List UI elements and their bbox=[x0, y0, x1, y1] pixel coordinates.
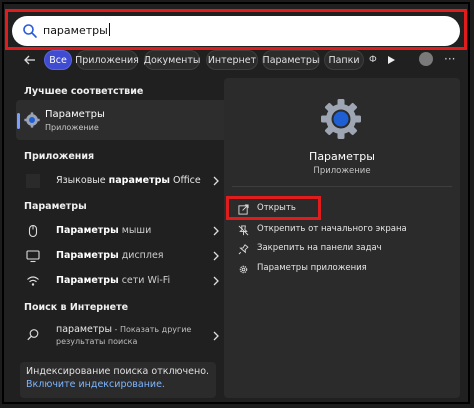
display-icon bbox=[26, 250, 40, 263]
settings-result-label: Параметры сети Wi-Fi bbox=[56, 275, 171, 286]
action-unpin-label: Открепить от начального экрана bbox=[257, 224, 407, 234]
section-best-match: Лучшее соответствие bbox=[24, 86, 144, 97]
gear-icon bbox=[239, 265, 248, 274]
detail-subtitle: Приложение bbox=[313, 166, 371, 176]
settings-result-display[interactable]: Параметры дисплея bbox=[16, 245, 219, 267]
chevron-right-icon bbox=[213, 331, 219, 341]
indexing-notice-text: Индексирование поиска отключено. bbox=[26, 366, 210, 377]
app-result-label: Языковые параметры Office bbox=[56, 175, 201, 186]
section-settings: Параметры bbox=[24, 201, 87, 212]
filter-documents[interactable]: Документы bbox=[144, 50, 200, 70]
mouse-icon bbox=[28, 224, 38, 238]
wifi-icon bbox=[27, 276, 39, 286]
settings-gear-icon bbox=[321, 99, 361, 139]
app-result-office-language[interactable]: Языковые параметры Office bbox=[16, 170, 219, 192]
filter-internet[interactable]: Интернет bbox=[206, 50, 258, 70]
chevron-right-icon bbox=[213, 251, 219, 261]
settings-result-mouse[interactable]: Параметры мыши bbox=[16, 220, 219, 242]
web-search-label: параметры - Показать другие результаты п… bbox=[56, 324, 192, 346]
more-options-icon[interactable]: ··· bbox=[444, 52, 455, 66]
pin-icon bbox=[238, 244, 249, 255]
web-search-result[interactable]: параметры - Показать другие результаты п… bbox=[16, 322, 219, 352]
search-highlight-frame bbox=[5, 9, 467, 50]
office-app-icon bbox=[26, 174, 40, 188]
action-pin-label: Закрепить на панели задач bbox=[257, 243, 382, 253]
chevron-right-icon bbox=[213, 176, 219, 186]
filter-all[interactable]: Все bbox=[44, 50, 72, 70]
section-web-search: Поиск в Интернете bbox=[24, 302, 129, 313]
play-icon[interactable] bbox=[386, 55, 396, 65]
best-match-item[interactable] bbox=[16, 100, 230, 140]
enable-indexing-link[interactable]: Включите индексирование. bbox=[26, 379, 165, 390]
best-match-subtitle: Приложение bbox=[45, 123, 99, 132]
filter-more[interactable]: Ф bbox=[369, 50, 381, 70]
best-match-title: Параметры bbox=[45, 109, 105, 120]
settings-result-label: Параметры дисплея bbox=[56, 250, 164, 261]
filter-apps[interactable]: Приложения bbox=[75, 50, 139, 70]
avatar[interactable] bbox=[419, 52, 433, 66]
settings-gear-icon bbox=[24, 112, 40, 128]
detail-title: Параметры bbox=[309, 150, 375, 163]
settings-result-label: Параметры мыши bbox=[56, 225, 152, 236]
back-arrow-icon[interactable] bbox=[22, 52, 38, 68]
section-apps: Приложения bbox=[24, 151, 95, 162]
settings-result-wifi[interactable]: Параметры сети Wi-Fi bbox=[16, 270, 219, 292]
open-highlight-frame bbox=[226, 196, 321, 220]
chevron-right-icon bbox=[213, 226, 219, 236]
unpin-icon bbox=[238, 225, 249, 236]
filter-folders[interactable]: Папки bbox=[324, 50, 364, 70]
action-app-settings-label: Параметры приложения bbox=[257, 263, 367, 273]
search-icon bbox=[27, 329, 39, 341]
filter-settings[interactable]: Параметры bbox=[262, 50, 320, 70]
chevron-right-icon bbox=[213, 276, 219, 286]
selection-accent bbox=[17, 113, 20, 129]
divider bbox=[232, 186, 452, 187]
